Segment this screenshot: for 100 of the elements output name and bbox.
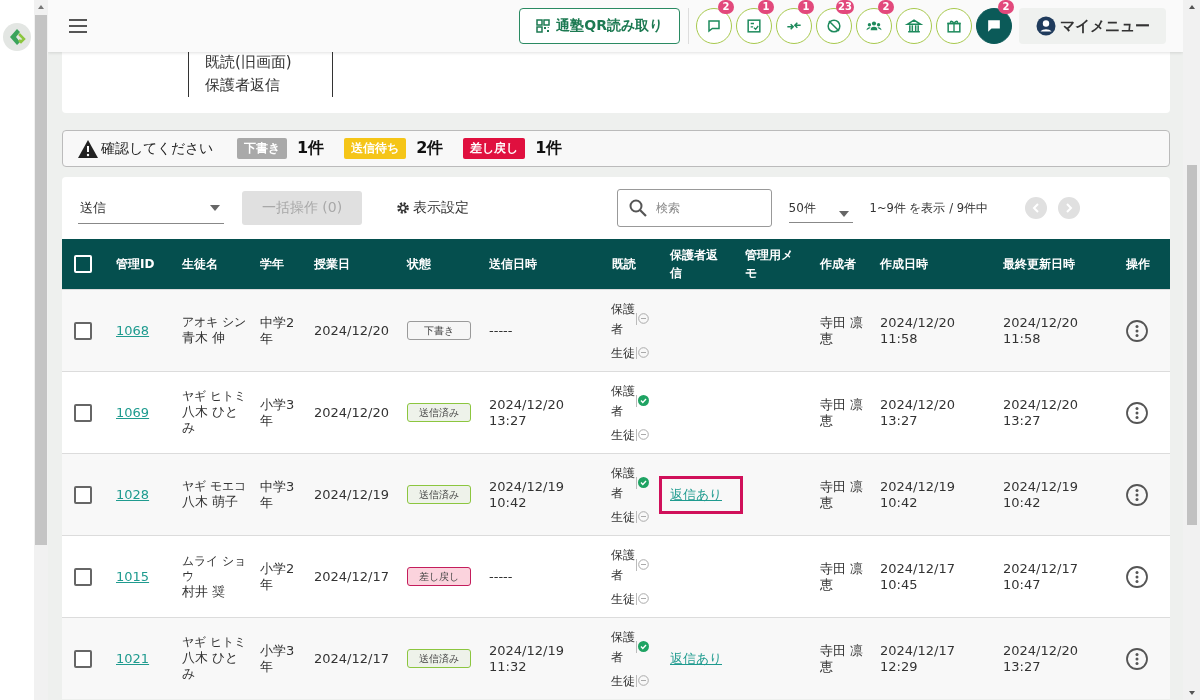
per-page-select[interactable]: 50件 [788, 193, 853, 223]
table-cell-text: 2024/12/17 [313, 568, 390, 585]
column-header: 管理用メモ [744, 247, 794, 282]
more-options-button[interactable] [1126, 483, 1148, 506]
search-icon [628, 199, 647, 217]
header-icon-button[interactable] [936, 8, 972, 44]
read-label: 生徒 [611, 672, 636, 690]
checkbox[interactable] [74, 403, 92, 422]
qr-code-icon [536, 19, 551, 33]
read-label: 保護者 [611, 300, 636, 338]
checklist-icon [744, 16, 764, 36]
status-tag: 送信済み [407, 485, 471, 504]
read-label: 保護者 [611, 628, 636, 666]
filter-select[interactable]: 送信 [78, 192, 224, 224]
column-header: 学年 [259, 256, 285, 273]
my-menu-button[interactable]: マイメニュー [1019, 8, 1166, 44]
alert-message: 確認してください [101, 139, 213, 158]
status-tag: 下書き [237, 138, 287, 159]
id-link[interactable]: 1069 [116, 404, 150, 420]
table-cell-text: 2024/12/17 [313, 650, 390, 667]
more-vertical-icon [1126, 565, 1148, 588]
table-cell-text: 寺田 凛恵 [819, 642, 865, 675]
column-header: 生徒名 [181, 256, 219, 273]
status-tag: 送信済み [407, 649, 471, 668]
id-link[interactable]: 1028 [116, 486, 150, 502]
read-label: 保護者 [611, 464, 636, 502]
more-options-button[interactable] [1126, 401, 1148, 424]
more-options-button[interactable] [1126, 647, 1148, 670]
table-cell-text: 2024/12/19 10:42 [488, 478, 565, 511]
chevron-right-icon [1065, 203, 1073, 213]
more-options-button[interactable] [1126, 319, 1148, 342]
header-icon-button[interactable] [816, 8, 852, 44]
table-cell-text: 中学3年 [259, 478, 296, 511]
student-name: 村井 奨 [182, 583, 227, 600]
column-header: 作成者 [819, 256, 857, 273]
table-cell-text: ----- [488, 568, 514, 585]
table-cell-text: 中学2年 [259, 314, 296, 347]
reply-link[interactable]: 返信あり [659, 475, 743, 514]
column-header: 管理ID [115, 256, 156, 273]
status-tag: 差し戻し [407, 567, 471, 586]
table-cell-text: 2024/12/20 13:27 [879, 396, 956, 429]
column-header: 授業日 [313, 256, 351, 273]
column-header: 送信日時 [488, 256, 538, 273]
qr-scan-button[interactable]: 通塾QR読み取り [519, 8, 680, 44]
table-cell-text: 2024/12/19 11:32 [488, 642, 565, 675]
table-cell-text: 2024/12/20 13:27 [1002, 642, 1079, 675]
column-header: 操作 [1125, 256, 1151, 273]
header-icon-button[interactable] [856, 8, 892, 44]
table-cell-text: 2024/12/19 10:42 [1002, 478, 1079, 511]
notification-badge: 2 [718, 0, 734, 14]
read-label: 生徒 [611, 508, 636, 526]
id-link[interactable]: 1015 [116, 568, 150, 584]
scrollbar[interactable] [34, 0, 48, 700]
notification-badge: 2 [878, 0, 894, 14]
menu-icon[interactable] [68, 18, 88, 34]
header-icon-button[interactable] [776, 8, 812, 44]
column-header: 保護者返信 [668, 247, 719, 282]
student-name: 八木 ひとみ [182, 404, 240, 436]
header-icon-button[interactable] [696, 8, 732, 44]
student-name-kana: ヤギ ヒトミ [182, 635, 247, 650]
table-cell-text: 2024/12/20 11:58 [879, 314, 956, 347]
more-options-button[interactable] [1126, 565, 1148, 588]
settings-icon [396, 201, 410, 215]
id-link[interactable]: 1021 [116, 650, 150, 666]
table-cell-text: 2024/12/19 [313, 486, 390, 503]
read-label: 生徒 [611, 344, 636, 362]
more-vertical-icon [1126, 401, 1148, 424]
reply-link[interactable]: 返信あり [670, 650, 722, 667]
table-cell-text: 2024/12/20 [313, 322, 390, 339]
table-cell-text: 寺田 凛恵 [819, 396, 865, 429]
id-link[interactable]: 1068 [116, 322, 150, 338]
header-icon-button[interactable] [976, 8, 1012, 44]
more-vertical-icon [1126, 319, 1148, 342]
table-cell-text: 寺田 凛恵 [819, 560, 865, 593]
status-tag: 送信済み [407, 403, 471, 422]
read-label: 保護者 [611, 546, 636, 584]
table-cell-text: 2024/12/17 10:47 [1002, 560, 1079, 593]
search-field[interactable]: 検索 [616, 189, 772, 227]
logo-icon [2, 22, 32, 52]
notification-badge: 1 [758, 0, 774, 14]
table-cell-text: 2024/12/20 11:58 [1002, 314, 1079, 347]
table-cell-text: 2024/12/20 13:27 [1002, 396, 1079, 429]
header-icon-button[interactable] [896, 8, 932, 44]
dropdown-caret-icon [838, 211, 849, 217]
dropdown-caret-icon [210, 204, 220, 211]
pagination-range: 1~9件 を表示 / 9件中 [869, 200, 988, 216]
student-name: 八木 ひとみ [182, 650, 240, 682]
read-label: 保護者 [611, 382, 636, 420]
checkbox[interactable] [74, 485, 92, 504]
student-name: 青木 伸 [182, 330, 227, 346]
scrollbar[interactable] [1183, 0, 1200, 700]
checkbox[interactable] [74, 321, 92, 340]
column-header: 作成日時 [879, 256, 929, 273]
checkbox[interactable] [74, 649, 92, 668]
header-icon-button[interactable] [736, 8, 772, 44]
student-name-kana: ヤギ ヒトミ [182, 389, 247, 404]
student-name-kana: ムライ ショウ [182, 553, 247, 584]
status-tag: 下書き [407, 321, 471, 340]
display-settings-button[interactable]: 表示設定 [396, 199, 469, 217]
checkbox[interactable] [74, 567, 92, 586]
